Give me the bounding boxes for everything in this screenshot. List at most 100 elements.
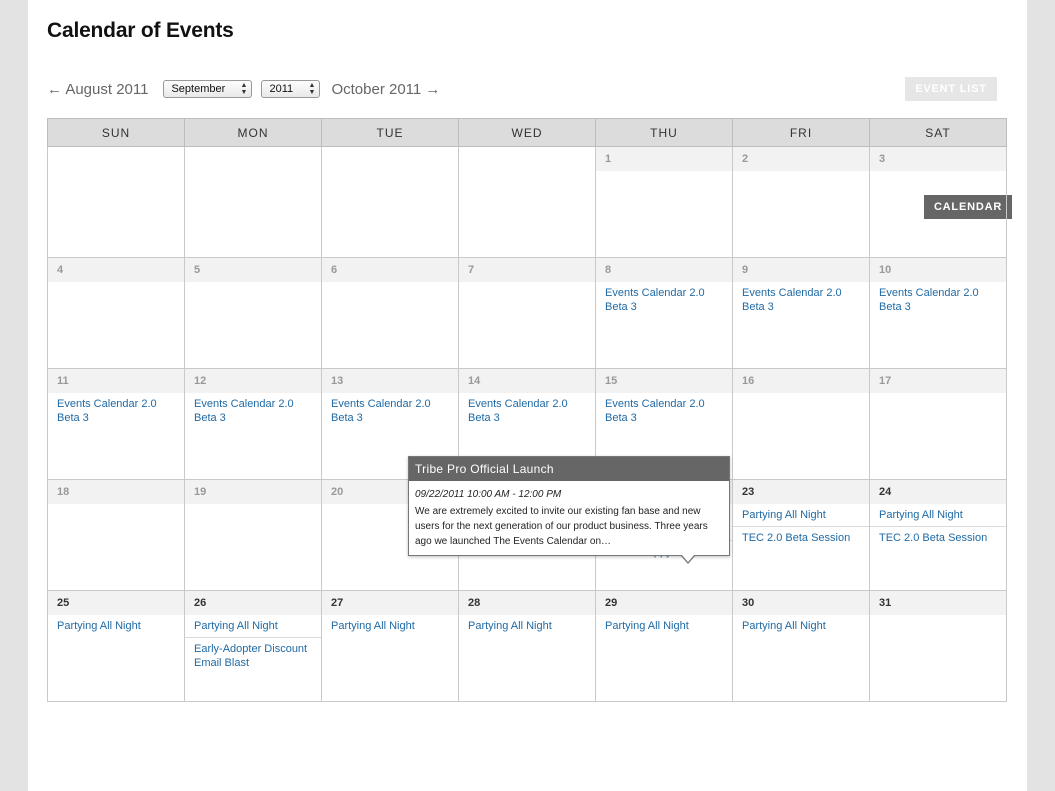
day-number: 18: [48, 480, 184, 504]
day-number: 13: [322, 369, 458, 393]
day-number: 23: [733, 480, 869, 504]
day-cell-18: 18: [47, 479, 185, 591]
day-cell-28: 28 Partying All Night: [458, 590, 596, 702]
event-list-button[interactable]: EVENT LIST: [905, 77, 997, 101]
day-number: 27: [322, 591, 458, 615]
event-link[interactable]: Events Calendar 2.0 Beta 3: [870, 282, 1006, 318]
year-select-value: 2011: [269, 83, 294, 95]
day-number: 10: [870, 258, 1006, 282]
weekday-header-fri: FRI: [732, 118, 870, 147]
weekday-header-mon: MON: [184, 118, 322, 147]
day-number: 30: [733, 591, 869, 615]
day-cell-7: 7: [458, 257, 596, 369]
weekday-header-tue: TUE: [321, 118, 459, 147]
day-number: 2: [733, 147, 869, 171]
day-number: 28: [459, 591, 595, 615]
day-number: 1: [596, 147, 732, 171]
day-number: 8: [596, 258, 732, 282]
day-number: 17: [870, 369, 1006, 393]
day-cell-31: 31: [869, 590, 1007, 702]
day-cell-10: 10 Events Calendar 2.0 Beta 3: [869, 257, 1007, 369]
event-link[interactable]: TEC 2.0 Beta Session: [733, 527, 869, 549]
month-navigation: ← August 2011 September ▲ ▼ 2011 ▲ ▼ Octob…: [47, 79, 440, 99]
event-link[interactable]: Partying All Night: [733, 504, 869, 527]
day-cell-11: 11 Events Calendar 2.0 Beta 3: [47, 368, 185, 480]
calendar-grid: SUN MON TUE WED THU FRI SAT 1 2 3 4 5 6 7 8 Events Cal…: [47, 118, 1007, 702]
day-number: 4: [48, 258, 184, 282]
event-link[interactable]: Events Calendar 2.0 Beta 3: [733, 282, 869, 318]
empty-day-cell: [321, 146, 459, 258]
page: Calendar of Events ← August 2011 Septemb…: [28, 0, 1027, 791]
event-link[interactable]: Events Calendar 2.0 Beta 3: [185, 393, 321, 429]
event-tooltip: Tribe Pro Official Launch 09/22/2011 10:…: [408, 456, 730, 564]
day-cell-9: 9 Events Calendar 2.0 Beta 3: [732, 257, 870, 369]
day-number: 16: [733, 369, 869, 393]
month-select-value: September: [171, 83, 226, 95]
event-link[interactable]: Events Calendar 2.0 Beta 3: [322, 393, 458, 429]
day-number: 19: [185, 480, 321, 504]
day-number: 26: [185, 591, 321, 615]
prev-month-link[interactable]: ← August 2011: [47, 81, 148, 98]
select-arrows-icon: ▲ ▼: [240, 82, 248, 96]
event-link[interactable]: TEC 2.0 Beta Session: [870, 527, 1006, 549]
day-number: 14: [459, 369, 595, 393]
day-number: 25: [48, 591, 184, 615]
weekday-header-sun: SUN: [47, 118, 185, 147]
event-link[interactable]: Events Calendar 2.0 Beta 3: [596, 282, 732, 318]
day-cell-29: 29 Partying All Night: [595, 590, 733, 702]
empty-day-cell: [458, 146, 596, 258]
day-number: 9: [733, 258, 869, 282]
event-link[interactable]: Partying All Night: [733, 615, 869, 637]
day-cell-3: 3: [869, 146, 1007, 258]
event-link[interactable]: Events Calendar 2.0 Beta 3: [596, 393, 732, 429]
event-link[interactable]: Partying All Night: [322, 615, 458, 637]
page-title: Calendar of Events: [47, 19, 234, 42]
year-select[interactable]: 2011 ▲ ▼: [261, 80, 321, 98]
day-cell-25: 25 Partying All Night: [47, 590, 185, 702]
select-arrows-icon: ▲ ▼: [308, 82, 316, 96]
event-link[interactable]: Partying All Night: [596, 615, 732, 637]
event-link[interactable]: Events Calendar 2.0 Beta 3: [459, 393, 595, 429]
event-link[interactable]: Events Calendar 2.0 Beta 3: [48, 393, 184, 429]
tooltip-title: Tribe Pro Official Launch: [409, 457, 729, 481]
day-number: 7: [459, 258, 595, 282]
day-number: 15: [596, 369, 732, 393]
day-cell-24: 24 Partying All Night TEC 2.0 Beta Session: [869, 479, 1007, 591]
calendar-week-row: 25 Partying All Night 26 Partying All Night…: [47, 590, 1007, 702]
next-month-link[interactable]: October 2011 →: [331, 81, 440, 98]
tooltip-pointer: [680, 554, 696, 564]
calendar-week-row: 123: [47, 146, 1007, 258]
event-link[interactable]: Partying All Night: [48, 615, 184, 637]
weekday-header-sat: SAT: [869, 118, 1007, 147]
day-number: 11: [48, 369, 184, 393]
event-link[interactable]: Partying All Night: [185, 615, 321, 638]
day-cell-19: 19: [184, 479, 322, 591]
day-number: 31: [870, 591, 1006, 615]
weekday-header-thu: THU: [595, 118, 733, 147]
weekday-header-row: SUN MON TUE WED THU FRI SAT: [47, 118, 1007, 147]
event-link[interactable]: Partying All Night: [870, 504, 1006, 527]
day-cell-5: 5: [184, 257, 322, 369]
day-number: 24: [870, 480, 1006, 504]
day-cell-6: 6: [321, 257, 459, 369]
day-number: 3: [870, 147, 1006, 171]
empty-day-cell: [184, 146, 322, 258]
day-cell-8: 8 Events Calendar 2.0 Beta 3: [595, 257, 733, 369]
day-cell-27: 27 Partying All Night: [321, 590, 459, 702]
event-link[interactable]: Early-Adopter Discount Email Blast: [185, 638, 321, 674]
day-number: 6: [322, 258, 458, 282]
tooltip-description: We are extremely excited to invite our e…: [415, 506, 708, 547]
event-link[interactable]: Partying All Night: [459, 615, 595, 637]
day-cell-2: 2: [732, 146, 870, 258]
day-number: 12: [185, 369, 321, 393]
day-cell-23: 23 Partying All Night TEC 2.0 Beta Session: [732, 479, 870, 591]
day-cell-26: 26 Partying All Night Early-Adopter Discou…: [184, 590, 322, 702]
month-select[interactable]: September ▲ ▼: [163, 80, 253, 98]
day-number: 29: [596, 591, 732, 615]
tooltip-time: 09/22/2011 10:00 AM - 12:00 PM: [415, 489, 562, 500]
day-cell-30: 30 Partying All Night: [732, 590, 870, 702]
empty-day-cell: [47, 146, 185, 258]
day-number: 5: [185, 258, 321, 282]
calendar-week-row: 4 5 6 7 8 Events Calendar 2.0 Beta 3 9 Events C…: [47, 257, 1007, 369]
day-cell-16: 16: [732, 368, 870, 480]
